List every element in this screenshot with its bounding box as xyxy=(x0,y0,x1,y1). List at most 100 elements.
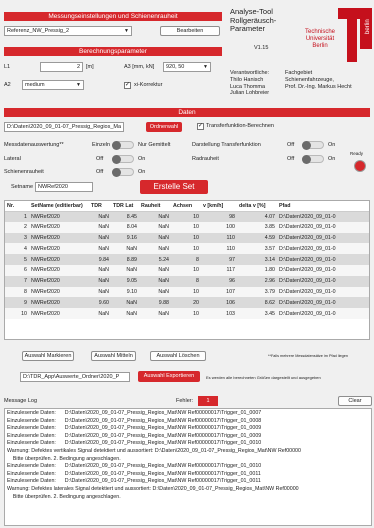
ready-lamp xyxy=(354,160,366,172)
folder-select-button[interactable]: Ordnerwahl xyxy=(146,122,182,132)
a2-select[interactable]: medium ▼ xyxy=(22,80,84,90)
column-header[interactable]: Nr. xyxy=(5,201,29,212)
schienenrauheit-label: Schienenrauheit xyxy=(4,169,44,175)
table-cell[interactable]: NWRef2020 xyxy=(29,232,89,244)
log-line: Einzulesende Daten: D:\Daten\2020_09_01-… xyxy=(7,478,261,485)
mode-label: Messdatenauswertung** xyxy=(4,142,64,148)
calc-params-header: Berechnungsparameter xyxy=(4,47,222,56)
column-header[interactable]: Achsen xyxy=(171,201,201,212)
table-row[interactable]: 5 NWRef2020 9.84 8.89 5.24 8 97 3.14 D:\Daten\20… xyxy=(5,254,369,265)
export-path-input[interactable]: D:\TDR_App\Auswerte_Ordner\2020_P xyxy=(20,372,130,382)
lateral-toggle[interactable] xyxy=(112,155,134,164)
results-table[interactable]: Nr. SetName (editierbar) TDR TDR Lat Rauheit… xyxy=(4,200,370,340)
error-indicator: 1 xyxy=(198,396,218,406)
table-cell: D:\Daten\2020_09_01-0 xyxy=(277,254,369,265)
create-set-button[interactable]: Erstelle Set xyxy=(140,180,208,194)
table-row[interactable]: 3 NWRef2020 NaN 9.16 NaN 10 110 4.59 D:\Daten\20… xyxy=(5,232,369,244)
table-cell: NaN xyxy=(89,211,111,222)
table-cell[interactable]: NWRef2020 xyxy=(29,308,89,319)
table-cell: 3.85 xyxy=(237,221,277,233)
table-header-row: Nr. SetName (editierbar) TDR TDR Lat Rauheit… xyxy=(5,201,369,212)
column-header[interactable]: Rauheit xyxy=(139,201,171,212)
table-cell: NaN xyxy=(89,275,111,287)
table-row[interactable]: 10 NWRef2020 NaN NaN NaN 10 103 3.45 D:\Daten\20… xyxy=(5,308,369,319)
daten-header: Daten xyxy=(4,108,370,117)
toggle-knob xyxy=(112,155,121,164)
table-cell[interactable]: NWRef2020 xyxy=(29,286,89,298)
table-row[interactable]: 6 NWRef2020 NaN NaN NaN 10 117 1.80 D:\Daten\202… xyxy=(5,264,369,276)
radrauheit-toggle[interactable] xyxy=(302,155,324,164)
table-cell: 6 xyxy=(5,264,29,276)
export-button[interactable]: Auswahl Exportieren xyxy=(138,371,200,382)
transfer-checkbox[interactable]: ✓ xyxy=(197,123,204,130)
mode-toggle[interactable] xyxy=(112,141,134,150)
table-cell[interactable]: NWRef2020 xyxy=(29,221,89,233)
log-line: Bitte überprüfen. 2. Bedingung angeschla… xyxy=(7,493,121,500)
xi-checkbox[interactable]: ✓ xyxy=(124,82,131,89)
table-cell: 5.24 xyxy=(139,254,171,265)
table-cell[interactable]: NWRef2020 xyxy=(29,211,89,222)
column-header[interactable]: SetName (editierbar) xyxy=(29,201,89,212)
a2-select-value: medium xyxy=(25,82,45,88)
responsible-name: Thilo Hanisch xyxy=(230,76,264,83)
table-cell: 117 xyxy=(201,264,237,276)
table-cell[interactable]: NWRef2020 xyxy=(29,243,89,255)
table-cell: 97 xyxy=(201,254,237,265)
table-cell: 103 xyxy=(201,308,237,319)
table-cell: NaN xyxy=(89,221,111,233)
table-cell[interactable]: NWRef2020 xyxy=(29,297,89,309)
table-cell: D:\Daten\2020_09_01-0 xyxy=(277,297,369,309)
l1-input[interactable]: 2 xyxy=(40,62,83,72)
a3-select[interactable]: 920, 50 ▼ xyxy=(163,62,211,72)
responsible-name: Julian Lohbreier xyxy=(230,90,270,97)
delete-selection-button[interactable]: Auswahl Löschen xyxy=(150,351,206,361)
table-cell: NaN xyxy=(89,264,111,276)
message-log[interactable]: Einzulesende Daten: D:\Daten\2020_09_01-… xyxy=(4,408,372,526)
export-note: Es werden alle berechneten Größen darges… xyxy=(206,375,321,380)
table-row[interactable]: 9 NWRef2020 9.60 NaN 9.88 20 106 8.62 D:\Daten\2… xyxy=(5,297,369,309)
table-cell: NaN xyxy=(139,275,171,287)
table-cell: 3.45 xyxy=(237,308,277,319)
clear-log-button[interactable]: Clear xyxy=(338,396,372,406)
table-cell: NaN xyxy=(139,232,171,244)
table-row[interactable]: 1 NWRef2020 NaN 8.45 NaN 10 98 4.07 D:\Daten\202… xyxy=(5,211,369,222)
column-header[interactable]: Pfad xyxy=(277,201,369,212)
column-header[interactable]: TDR Lat xyxy=(111,201,139,212)
table-cell: 96 xyxy=(201,275,237,287)
responsible-name: Luca Thomma xyxy=(230,83,266,90)
table-cell: 2 xyxy=(5,221,29,233)
folder-path-input[interactable]: D:\Daten\2020_09_01-07_Pressig_Regios_Ma xyxy=(4,122,124,132)
table-cell[interactable]: NWRef2020 xyxy=(29,275,89,287)
table-cell: 9.10 xyxy=(111,286,139,298)
table-cell: NaN xyxy=(111,308,139,319)
schienenrauheit-toggle[interactable] xyxy=(112,168,134,177)
table-cell: 110 xyxy=(201,232,237,244)
schiene-off-label: Off xyxy=(96,169,104,175)
mark-selection-button[interactable]: Auswahl Markieren xyxy=(22,351,74,361)
toggle-knob xyxy=(302,141,311,150)
table-cell[interactable]: NWRef2020 xyxy=(29,264,89,276)
setname-input[interactable]: NWRef2020 xyxy=(35,182,93,192)
table-cell: D:\Daten\2020_09_01-0 xyxy=(277,211,369,222)
table-cell: 5 xyxy=(5,254,29,265)
column-header[interactable]: v [km/h] xyxy=(201,201,237,212)
table-cell: 4 xyxy=(5,243,29,255)
average-selection-button[interactable]: Auswahl Mitteln xyxy=(91,351,136,361)
table-row[interactable]: 4 NWRef2020 NaN NaN NaN 10 110 3.57 D:\Daten\202… xyxy=(5,243,369,255)
table-row[interactable]: 2 NWRef2020 NaN 8.04 NaN 10 100 3.85 D:\Daten\20… xyxy=(5,221,369,233)
table-cell: D:\Daten\2020_09_01-0 xyxy=(277,243,369,255)
table-row[interactable]: 7 NWRef2020 NaN 9.05 NaN 8 96 2.96 D:\Daten\2020… xyxy=(5,275,369,287)
table-cell: 10 xyxy=(171,308,201,319)
table-cell[interactable]: NWRef2020 xyxy=(29,254,89,265)
column-header[interactable]: delta v [%] xyxy=(237,201,277,212)
table-cell: 1.80 xyxy=(237,264,277,276)
table-cell: 10 xyxy=(5,308,29,319)
edit-button[interactable]: Bearbeiten xyxy=(160,26,220,36)
l1-unit: [m] xyxy=(86,64,94,70)
table-row[interactable]: 8 NWRef2020 NaN 9.10 NaN 10 107 3.79 D:\Daten\20… xyxy=(5,286,369,298)
table-cell: NaN xyxy=(89,308,111,319)
darstellung-toggle[interactable] xyxy=(302,141,324,150)
column-header[interactable]: TDR xyxy=(89,201,111,212)
table-cell: 4.59 xyxy=(237,232,277,244)
reference-select[interactable]: Referenz_NW_Pressig_2 ▼ xyxy=(4,26,132,36)
